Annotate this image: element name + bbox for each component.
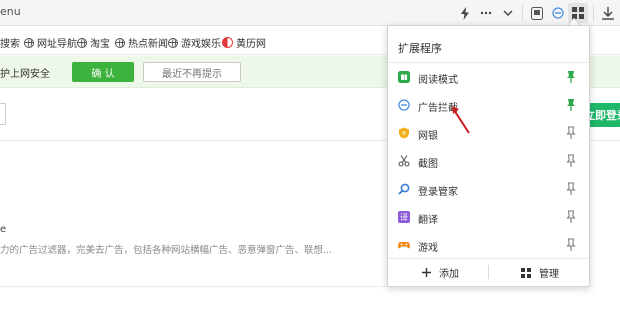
svg-text:译: 译 [400,213,408,222]
ext-item-translate[interactable]: 译 翻译 [388,204,589,232]
ext-item-bank[interactable]: ¥ 网银 [388,120,589,148]
bookmark-label: 黄历网 [236,39,266,50]
lightning-icon[interactable] [455,3,475,23]
manage-label: 管理 [539,269,559,280]
ext-item-games[interactable]: 游戏 [388,232,589,260]
dont-show-again-button[interactable]: 最近不再提示 [143,62,241,82]
footer-divider [488,265,489,279]
pin-outline-icon[interactable] [566,126,576,140]
ext-label: 翻译 [418,215,438,226]
bookmark-games[interactable]: 游戏娱乐 [168,35,221,50]
adblock-icon [398,99,410,111]
globe-icon [168,37,178,48]
pin-outline-icon[interactable] [566,182,576,196]
more-icon[interactable] [476,3,496,23]
add-label: 添加 [439,269,459,280]
ext-item-adblock[interactable]: 广告拦截 [388,92,589,120]
page-text-fragment: e [0,224,7,235]
bookmark-label: 网址导航 [37,39,77,50]
popup-title: 扩展程序 [398,42,442,55]
ext-label: 游戏 [418,243,438,254]
page-search-input[interactable] [0,103,6,125]
yinyang-icon [222,37,233,48]
bookmark-almanac[interactable]: 黄历网 [222,35,266,50]
address-bar-text[interactable]: enu [0,5,21,18]
reading-mode-icon [398,71,410,83]
extensions-popup: 扩展程序 阅读模式 广告拦截 ¥ 网银 截图 登录管家 译 翻译 游戏 添加 管… [387,25,590,287]
ext-label: 阅读模式 [418,75,458,86]
translate-icon: 译 [398,211,410,223]
page-divider [0,286,390,287]
bookmark-news[interactable]: 热点新闻 [115,35,168,50]
svg-text:¥: ¥ [402,131,406,138]
ext-label: 登录管家 [418,187,458,198]
bank-shield-icon: ¥ [399,127,409,139]
pin-filled-icon[interactable] [566,70,576,84]
popup-footer: 添加 管理 [388,258,589,286]
bookmark-label: 游戏娱乐 [181,39,221,50]
reading-mode-icon[interactable] [527,3,547,23]
browser-toolbar: enu [0,0,620,26]
annotation-arrow-icon [452,106,470,134]
grid-icon [521,267,531,278]
scissors-icon [398,155,410,167]
manage-extensions-button[interactable]: 管理 [521,265,559,280]
globe-icon [115,37,125,48]
ext-label: 截图 [418,159,438,170]
globe-icon [24,37,34,48]
chevron-down-icon[interactable] [498,3,518,23]
ext-label: 网银 [418,131,438,142]
bookmark-search[interactable]: 搜索 [0,35,20,50]
pin-outline-icon[interactable] [566,238,576,252]
toolbar-divider [522,5,523,21]
adblock-icon[interactable] [548,3,568,23]
add-extension-button[interactable]: 添加 [422,265,459,280]
download-icon[interactable] [598,3,618,23]
gamepad-icon [398,242,410,249]
bookmark-taobao[interactable]: 淘宝 [77,35,110,50]
popup-divider [388,62,589,63]
bookmark-label: 搜索 [0,39,20,50]
browser-window: enu 搜索 网址导航 淘宝 热点新闻 游戏娱乐 黄历网 护上网安全 确 认 最… [0,0,620,309]
globe-icon [77,37,87,48]
bookmark-label: 淘宝 [90,39,110,50]
ext-item-login-manager[interactable]: 登录管家 [388,176,589,204]
adblock-description: 力的广告过滤器，完美去广告，包括各种网站横幅广告、恶意弹窗广告、联想... [0,245,333,256]
pin-outline-icon[interactable] [566,154,576,168]
confirm-button[interactable]: 确 认 [72,62,134,82]
toolbar-divider [593,5,594,21]
pin-outline-icon[interactable] [566,210,576,224]
key-search-icon [398,183,410,195]
plus-icon [422,268,431,277]
notice-text: 护上网安全 [0,69,50,80]
bookmark-label: 热点新闻 [128,39,168,50]
ext-item-screenshot[interactable]: 截图 [388,148,589,176]
ext-item-reading-mode[interactable]: 阅读模式 [388,64,589,92]
bookmark-nav[interactable]: 网址导航 [24,35,77,50]
pin-filled-icon[interactable] [566,98,576,112]
